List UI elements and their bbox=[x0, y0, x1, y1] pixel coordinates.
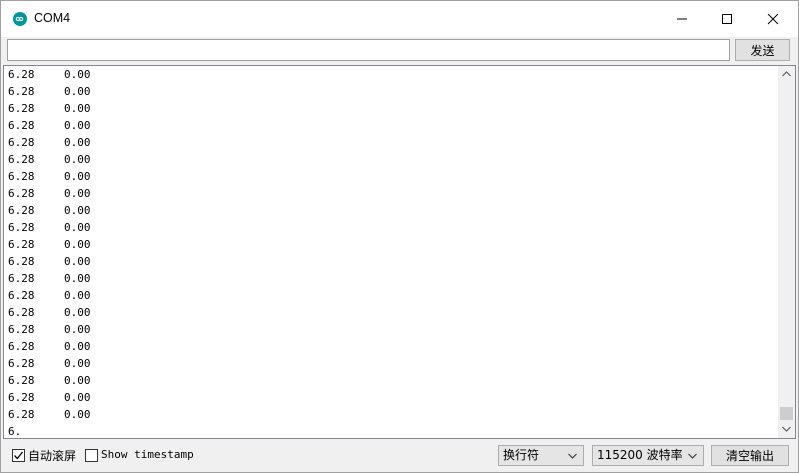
output-line: 6.28 0.00 bbox=[8, 117, 91, 134]
show-timestamp-label[interactable]: Show timestamp bbox=[101, 448, 194, 461]
chevron-down-icon bbox=[688, 453, 697, 459]
output-value-1: 6.28 bbox=[8, 153, 35, 166]
vertical-scrollbar[interactable] bbox=[778, 66, 795, 438]
output-line: 6.28 0.00 bbox=[8, 168, 91, 185]
maximize-button[interactable] bbox=[704, 1, 750, 37]
output-line: 6.28 0.00 bbox=[8, 185, 91, 202]
scroll-thumb[interactable] bbox=[780, 407, 793, 420]
output-value-1: 6.28 bbox=[8, 374, 35, 387]
bottom-bar: 自动滚屏 Show timestamp 换行符 115200 波特率 清空输出 bbox=[1, 441, 798, 472]
output-value-2: 0.00 bbox=[64, 306, 91, 319]
show-timestamp-checkbox[interactable] bbox=[85, 449, 98, 462]
output-lines: 6.28 0.00 6.28 0.00 6.28 0.00 6.28 0.00 6.28 0.00… bbox=[8, 66, 91, 438]
baud-rate-select[interactable]: 115200 波特率 bbox=[592, 445, 704, 466]
output-value-1: 6.28 bbox=[8, 340, 35, 353]
output-line: 6.28 0.00 bbox=[8, 355, 91, 372]
output-value-2: 0.00 bbox=[64, 289, 91, 302]
output-value-2: 0.00 bbox=[64, 323, 91, 336]
output-value-2: 0.00 bbox=[64, 102, 91, 115]
send-input[interactable] bbox=[7, 39, 730, 61]
autoscroll-label[interactable]: 自动滚屏 bbox=[28, 447, 76, 464]
window-title: COM4 bbox=[34, 11, 71, 25]
minimize-button[interactable] bbox=[659, 1, 705, 37]
output-value-1: 6.28 bbox=[8, 408, 35, 421]
output-value-1: 6. bbox=[8, 425, 22, 438]
output-line: 6.28 0.00 bbox=[8, 338, 91, 355]
output-value-2: 0.00 bbox=[64, 238, 91, 251]
chevron-down-icon bbox=[568, 453, 577, 459]
output-line: 6.28 0.00 bbox=[8, 304, 91, 321]
output-value-1: 6.28 bbox=[8, 272, 35, 285]
output-value-2: 0.00 bbox=[64, 204, 91, 217]
output-value-1: 6.28 bbox=[8, 306, 35, 319]
output-value-2: 0.00 bbox=[64, 187, 91, 200]
close-icon bbox=[767, 13, 779, 25]
output-line: 6. bbox=[8, 423, 91, 438]
output-line: 6.28 0.00 bbox=[8, 406, 91, 423]
output-value-2: 0.00 bbox=[64, 153, 91, 166]
checkmark-icon bbox=[14, 451, 24, 460]
serial-monitor-window: COM4 发送 6.28 0.00 6.28 0.00 6.28 0.00 6.28 0.00… bbox=[0, 0, 799, 473]
output-value-2: 0.00 bbox=[64, 408, 91, 421]
output-value-2: 0.00 bbox=[64, 340, 91, 353]
output-line: 6.28 0.00 bbox=[8, 100, 91, 117]
output-value-1: 6.28 bbox=[8, 102, 35, 115]
output-line: 6.28 0.00 bbox=[8, 287, 91, 304]
autoscroll-checkbox[interactable] bbox=[12, 449, 25, 462]
output-value-1: 6.28 bbox=[8, 221, 35, 234]
output-line: 6.28 0.00 bbox=[8, 202, 91, 219]
output-value-1: 6.28 bbox=[8, 357, 35, 370]
output-line: 6.28 0.00 bbox=[8, 219, 91, 236]
baud-rate-value: 115200 波特率 bbox=[597, 448, 683, 462]
output-value-1: 6.28 bbox=[8, 204, 35, 217]
send-button[interactable]: 发送 bbox=[735, 39, 790, 61]
output-value-1: 6.28 bbox=[8, 323, 35, 336]
output-value-2: 0.00 bbox=[64, 255, 91, 268]
output-value-2: 0.00 bbox=[64, 374, 91, 387]
output-value-2: 0.00 bbox=[64, 119, 91, 132]
output-value-2: 0.00 bbox=[64, 170, 91, 183]
output-value-2: 0.00 bbox=[64, 85, 91, 98]
output-line: 6.28 0.00 bbox=[8, 151, 91, 168]
output-value-2: 0.00 bbox=[64, 357, 91, 370]
scroll-up-button[interactable] bbox=[778, 66, 795, 83]
output-value-1: 6.28 bbox=[8, 391, 35, 404]
output-value-2: 0.00 bbox=[64, 272, 91, 285]
output-value-1: 6.28 bbox=[8, 136, 35, 149]
output-line: 6.28 0.00 bbox=[8, 389, 91, 406]
line-ending-select[interactable]: 换行符 bbox=[498, 445, 584, 466]
output-value-1: 6.28 bbox=[8, 170, 35, 183]
scroll-down-button[interactable] bbox=[778, 421, 795, 438]
output-line: 6.28 0.00 bbox=[8, 236, 91, 253]
arduino-infinity-icon bbox=[13, 12, 27, 26]
output-value-1: 6.28 bbox=[8, 289, 35, 302]
close-button[interactable] bbox=[750, 1, 796, 37]
minimize-icon bbox=[677, 18, 687, 20]
output-line: 6.28 0.00 bbox=[8, 66, 91, 83]
output-line: 6.28 0.00 bbox=[8, 134, 91, 151]
output-value-1: 6.28 bbox=[8, 238, 35, 251]
output-line: 6.28 0.00 bbox=[8, 321, 91, 338]
serial-output[interactable]: 6.28 0.00 6.28 0.00 6.28 0.00 6.28 0.00 6.28 0.00… bbox=[3, 65, 796, 439]
output-value-1: 6.28 bbox=[8, 255, 35, 268]
output-value-1: 6.28 bbox=[8, 85, 35, 98]
output-value-2: 0.00 bbox=[64, 136, 91, 149]
output-value-2: 0.00 bbox=[64, 68, 91, 81]
output-value-1: 6.28 bbox=[8, 119, 35, 132]
output-line: 6.28 0.00 bbox=[8, 372, 91, 389]
output-value-1: 6.28 bbox=[8, 187, 35, 200]
output-line: 6.28 0.00 bbox=[8, 270, 91, 287]
output-line: 6.28 0.00 bbox=[8, 253, 91, 270]
chevron-down-icon bbox=[782, 426, 791, 432]
line-ending-value: 换行符 bbox=[503, 448, 540, 462]
maximize-icon bbox=[722, 14, 732, 24]
output-value-1: 6.28 bbox=[8, 68, 35, 81]
clear-output-button[interactable]: 清空输出 bbox=[711, 445, 789, 466]
title-bar[interactable]: COM4 bbox=[1, 1, 798, 37]
output-value-2: 0.00 bbox=[64, 221, 91, 234]
chevron-up-icon bbox=[782, 71, 791, 77]
output-value-2: 0.00 bbox=[64, 391, 91, 404]
output-line: 6.28 0.00 bbox=[8, 83, 91, 100]
